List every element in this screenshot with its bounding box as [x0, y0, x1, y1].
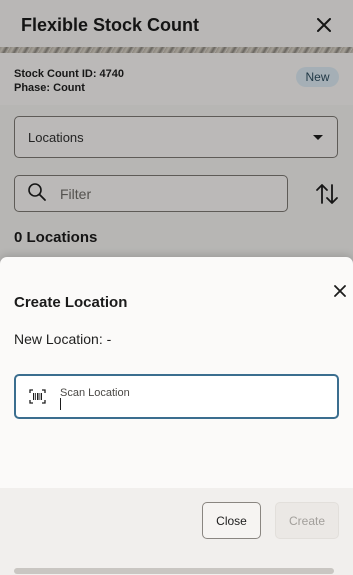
barcode-icon	[29, 389, 46, 404]
horizontal-scrollbar[interactable]	[14, 568, 334, 574]
dialog-title: Create Location	[14, 294, 128, 311]
new-location-label: New Location: -	[14, 331, 112, 347]
dialog-close-button[interactable]	[330, 281, 350, 301]
text-cursor	[60, 398, 61, 410]
close-button[interactable]: Close	[202, 502, 261, 539]
create-button[interactable]: Create	[275, 502, 339, 539]
close-icon	[334, 285, 346, 297]
scan-location-label: Scan Location	[60, 387, 130, 399]
